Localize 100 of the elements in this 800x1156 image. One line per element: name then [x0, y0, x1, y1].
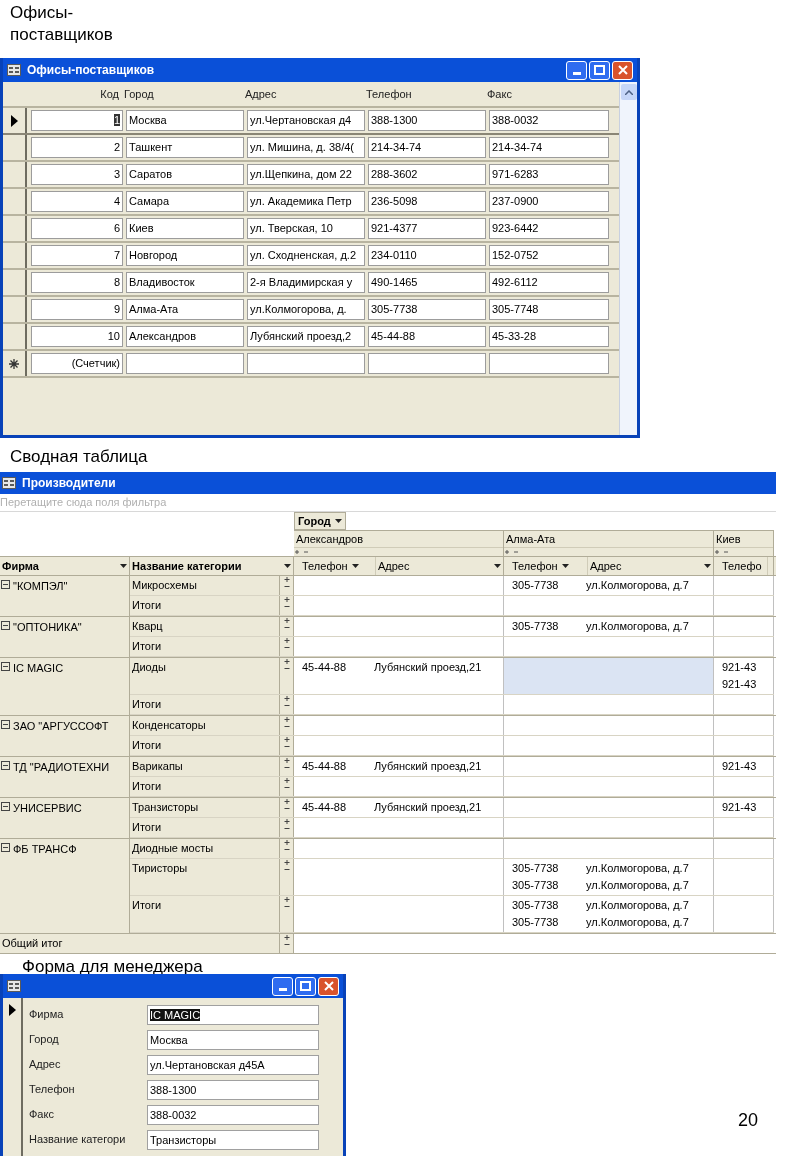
field-cell[interactable]: 214-34-74 [489, 137, 609, 158]
row-header[interactable]: "КОМПЭЛ" [0, 576, 130, 616]
row-header[interactable]: Варикапы [130, 757, 280, 776]
row-header[interactable]: ЗАО "АРГУССОФТ [0, 716, 130, 756]
field-cell[interactable]: Москва [126, 110, 244, 131]
input-field[interactable]: IC MAGIC [147, 1004, 319, 1025]
field-button[interactable]: Город [294, 512, 346, 530]
row-header[interactable]: "ОПТОНИКА" [0, 617, 130, 657]
field-cell[interactable]: 8 [31, 272, 123, 293]
field-cell[interactable]: (Счетчик) [31, 353, 123, 374]
row-header[interactable]: Конденсаторы [130, 716, 280, 735]
field-cell[interactable]: Саратов [126, 164, 244, 185]
field-cell[interactable]: 152-0752 [489, 245, 609, 266]
record-row[interactable]: 4 Самара ул. Академика Петр 236-5098 237-0900 [3, 189, 619, 216]
input-field[interactable]: 388-0032 [147, 1104, 319, 1125]
row-header[interactable]: Итоги [130, 736, 280, 755]
input-field[interactable]: Транзисторы [147, 1129, 319, 1150]
row-header[interactable]: Итоги [130, 596, 280, 615]
field-cell[interactable]: ул. Тверская, 10 [247, 218, 365, 239]
close-button[interactable] [318, 976, 339, 996]
field-cell[interactable]: 7 [31, 245, 123, 266]
input-field[interactable]: Москва [147, 1029, 319, 1050]
field-cell[interactable]: 237-0900 [489, 191, 609, 212]
row-header[interactable]: ТД "РАДИОТЕХНИ [0, 757, 130, 797]
row-header[interactable]: Общий итог [0, 934, 280, 953]
record-row[interactable]: 9 Алма-Ата ул.Колмогорова, д. 305-7738 305-7748 [3, 297, 619, 324]
field-button[interactable]: Телефо [720, 557, 768, 575]
column-item[interactable]: Алма-Ата [504, 531, 713, 547]
field-cell[interactable] [489, 353, 609, 374]
field-cell[interactable]: 288-3602 [368, 164, 486, 185]
field-cell[interactable]: 3 [31, 164, 123, 185]
field-button[interactable]: Телефон [300, 557, 376, 575]
field-button[interactable]: Адрес [588, 557, 713, 575]
record-row[interactable]: (Счетчик) [3, 351, 619, 378]
field-cell[interactable]: 4 [31, 191, 123, 212]
field-cell[interactable]: ул. Мишина, д. 38/4( [247, 137, 365, 158]
field-cell[interactable]: ул. Сходненская, д.2 [247, 245, 365, 266]
field-cell[interactable] [368, 353, 486, 374]
field-cell[interactable]: Киев [126, 218, 244, 239]
field-cell[interactable]: 305-7748 [489, 299, 609, 320]
row-header[interactable]: Диоды [130, 658, 280, 694]
row-header[interactable]: Кварц [130, 617, 280, 636]
row-header[interactable]: Транзисторы [130, 798, 280, 817]
row-header[interactable]: УНИСЕРВИС [0, 798, 130, 838]
field-button[interactable]: Телефон [510, 557, 588, 575]
field-cell[interactable]: 234-0110 [368, 245, 486, 266]
column-item[interactable]: Киев [714, 531, 773, 547]
minimize-button[interactable] [566, 60, 587, 80]
field-cell[interactable]: Александров [126, 326, 244, 347]
field-cell[interactable]: 45-44-88 [368, 326, 486, 347]
field-cell[interactable]: 971-6283 [489, 164, 609, 185]
row-header[interactable]: Итоги [130, 695, 280, 714]
record-row[interactable]: 2 Ташкент ул. Мишина, д. 38/4( 214-34-74 214-34-74 [3, 135, 619, 162]
field-cell[interactable]: 305-7738 [368, 299, 486, 320]
row-header[interactable]: Диодные мосты [130, 839, 280, 858]
field-cell[interactable]: 388-0032 [489, 110, 609, 131]
field-cell[interactable]: ул. Академика Петр [247, 191, 365, 212]
field-cell[interactable]: Ташкент [126, 137, 244, 158]
row-header[interactable]: ФБ ТРАНСФ [0, 839, 130, 933]
field-cell[interactable]: Самара [126, 191, 244, 212]
field-cell[interactable]: Лубянский проезд,2 [247, 326, 365, 347]
field-cell[interactable]: Владивосток [126, 272, 244, 293]
field-cell[interactable]: ул.Колмогорова, д. [247, 299, 365, 320]
record-row[interactable]: 10 Александров Лубянский проезд,2 45-44-88 45-33-28 [3, 324, 619, 351]
record-row[interactable]: 7 Новгород ул. Сходненская, д.2 234-0110 152-0752 [3, 243, 619, 270]
row-header[interactable]: Итоги [130, 818, 280, 837]
row-header[interactable]: Микросхемы [130, 576, 280, 595]
field-cell[interactable]: 1 [31, 110, 123, 131]
field-cell[interactable]: 923-6442 [489, 218, 609, 239]
field-cell[interactable]: 45-33-28 [489, 326, 609, 347]
row-header[interactable]: Итоги [130, 896, 280, 932]
field-cell[interactable]: 236-5098 [368, 191, 486, 212]
record-row[interactable]: 1 Москва ул.Чертановская д4 388-1300 388-0032 [3, 108, 619, 135]
row-header[interactable]: Итоги [130, 777, 280, 796]
row-header[interactable]: Итоги [130, 637, 280, 656]
record-row[interactable]: 3 Саратов ул.Щепкина, дом 22 288-3602 971-6283 [3, 162, 619, 189]
field-cell[interactable]: 388-1300 [368, 110, 486, 131]
field-cell[interactable]: 2 [31, 137, 123, 158]
record-row[interactable]: 8 Владивосток 2-я Владимирская у 490-1465 492-6112 [3, 270, 619, 297]
field-cell[interactable]: 492-6112 [489, 272, 609, 293]
field-cell[interactable]: 10 [31, 326, 123, 347]
row-header[interactable]: Тиристоры [130, 859, 280, 895]
maximize-button[interactable] [589, 60, 610, 80]
field-cell[interactable] [247, 353, 365, 374]
close-button[interactable] [612, 60, 633, 80]
input-field[interactable]: 388-1300 [147, 1079, 319, 1100]
field-cell[interactable]: 490-1465 [368, 272, 486, 293]
field-button[interactable]: Название категории [130, 557, 294, 575]
record-row[interactable]: 6 Киев ул. Тверская, 10 921-4377 923-6442 [3, 216, 619, 243]
field-cell[interactable]: ул.Щепкина, дом 22 [247, 164, 365, 185]
minimize-button[interactable] [272, 976, 293, 996]
field-cell[interactable]: Алма-Ата [126, 299, 244, 320]
field-cell[interactable]: Новгород [126, 245, 244, 266]
field-cell[interactable]: 214-34-74 [368, 137, 486, 158]
scrollbar[interactable] [619, 82, 637, 435]
table-cell[interactable] [504, 658, 714, 694]
field-cell[interactable]: ул.Чертановская д4 [247, 110, 365, 131]
row-header[interactable]: IC MAGIC [0, 658, 130, 715]
field-button[interactable]: Адрес [376, 557, 503, 575]
field-cell[interactable]: 9 [31, 299, 123, 320]
